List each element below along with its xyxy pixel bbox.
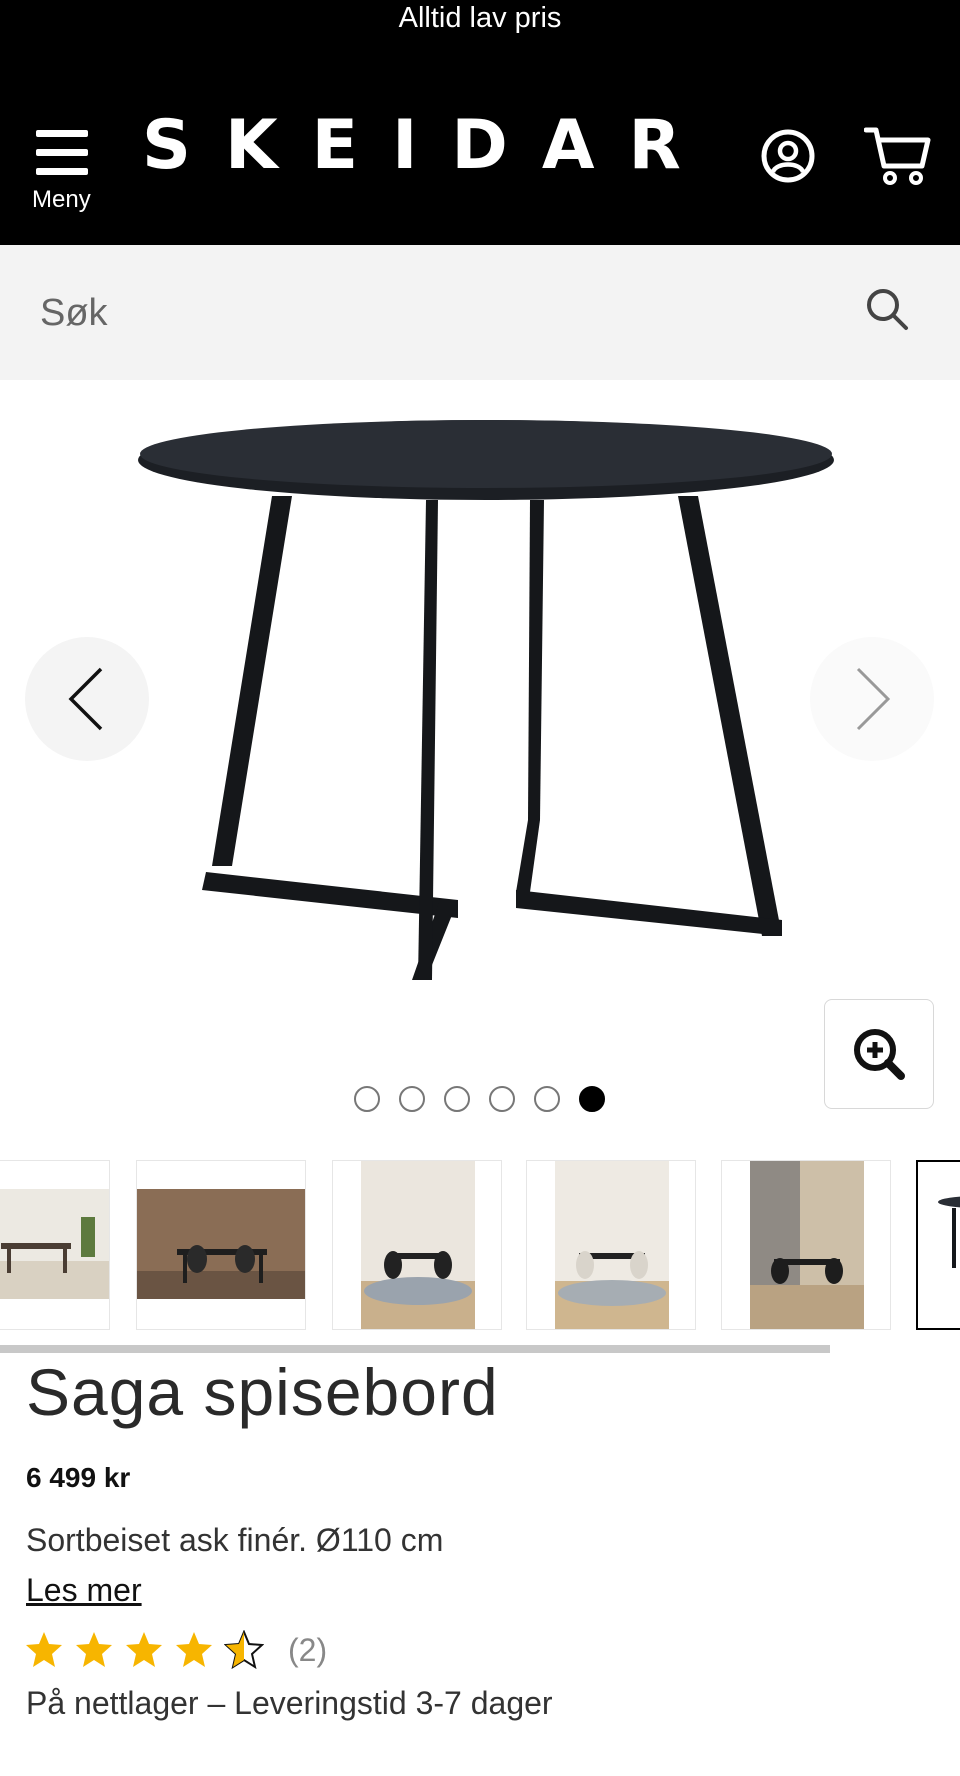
thumbnail[interactable]	[136, 1160, 306, 1330]
chevron-left-icon	[68, 667, 103, 731]
product-title: Saga spisebord	[26, 1355, 499, 1429]
user-icon	[761, 129, 815, 183]
skeidar-logo[interactable]: SKEIDAR	[142, 112, 715, 180]
carousel-dot[interactable]	[444, 1086, 470, 1112]
carousel-dot[interactable]	[534, 1086, 560, 1112]
thumbnail-strip	[0, 1160, 960, 1330]
hamburger-icon	[36, 130, 88, 176]
star-full-icon	[176, 1632, 212, 1667]
search-button[interactable]	[864, 286, 910, 332]
thumbnail-image	[555, 1161, 669, 1329]
carousel-dot[interactable]	[399, 1086, 425, 1112]
product-price: 6 499 kr	[26, 1462, 131, 1493]
cart-button[interactable]	[863, 126, 932, 186]
thumbnail-image	[0, 1189, 109, 1299]
product-image-carousel[interactable]	[0, 380, 960, 1120]
cart-icon	[863, 127, 931, 185]
thumbnail[interactable]	[526, 1160, 696, 1330]
thumbnail-scrollbar[interactable]	[0, 1345, 830, 1353]
previous-image-button[interactable]	[25, 637, 149, 761]
thumbnail-image	[137, 1189, 305, 1299]
zoom-in-icon	[854, 1029, 905, 1080]
review-count: (2)	[288, 1631, 328, 1668]
account-button[interactable]	[760, 128, 816, 184]
thumbnail-active[interactable]	[916, 1160, 960, 1330]
product-rating[interactable]: (2)	[24, 1630, 327, 1670]
thumbnail[interactable]	[332, 1160, 502, 1330]
star-full-icon	[26, 1632, 62, 1667]
search-icon	[867, 289, 908, 330]
chevron-right-icon	[856, 667, 891, 731]
read-more-link[interactable]: Les mer	[26, 1572, 142, 1609]
zoom-button[interactable]	[824, 999, 934, 1109]
star-full-icon	[76, 1632, 112, 1667]
menu-button[interactable]: Meny	[30, 88, 98, 218]
star-full-icon	[126, 1632, 162, 1667]
carousel-pagination	[354, 1086, 605, 1112]
thumbnail[interactable]	[721, 1160, 891, 1330]
next-image-button[interactable]	[810, 637, 934, 761]
promo-text: Alltid lav pris	[398, 2, 562, 34]
promo-banner: Alltid lav pris	[0, 0, 960, 40]
star-half-icon	[224, 1630, 264, 1670]
search-input[interactable]	[40, 283, 820, 343]
thumbnail-image	[938, 1196, 960, 1268]
stock-status: På nettlager – Leveringstid 3-7 dager	[26, 1685, 553, 1721]
carousel-dot[interactable]	[354, 1086, 380, 1112]
carousel-dot-active[interactable]	[579, 1086, 605, 1112]
thumbnail-image	[750, 1161, 864, 1329]
thumbnail[interactable]	[0, 1160, 110, 1330]
thumbnail-image	[361, 1161, 475, 1329]
menu-label: Meny	[32, 186, 91, 213]
product-description: Sortbeiset ask finér. Ø110 cm	[26, 1522, 444, 1558]
carousel-dot[interactable]	[489, 1086, 515, 1112]
search-bar	[0, 245, 960, 380]
